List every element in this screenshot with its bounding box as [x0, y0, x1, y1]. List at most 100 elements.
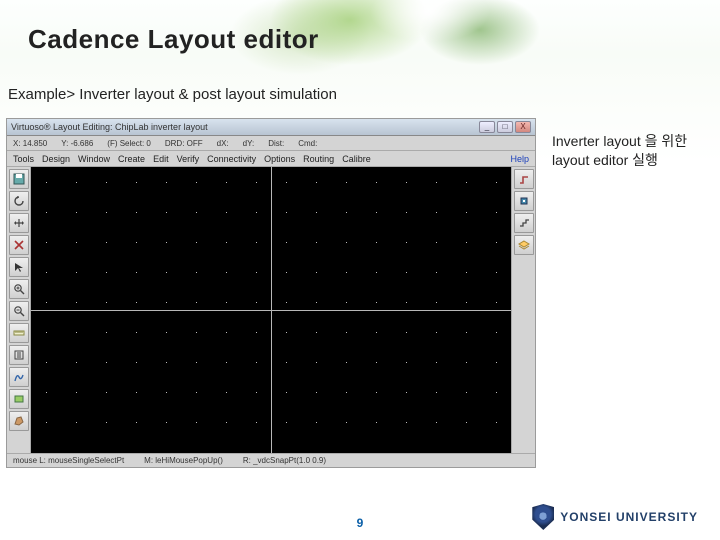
menu-design[interactable]: Design — [42, 154, 70, 164]
grid-dot — [286, 212, 287, 213]
window-titlebar[interactable]: Virtuoso® Layout Editing: ChipLab invert… — [7, 119, 535, 136]
status-y: Y: -6.686 — [61, 139, 93, 148]
grid-dot — [166, 362, 167, 363]
grid-dot — [436, 422, 437, 423]
grid-dot — [76, 332, 77, 333]
grid-dot — [106, 362, 107, 363]
slide-title: Cadence Layout editor — [28, 24, 319, 55]
grid-dot — [76, 242, 77, 243]
status-dy: dY: — [243, 139, 255, 148]
grid-dot — [196, 302, 197, 303]
grid-dot — [136, 422, 137, 423]
maximize-button[interactable]: □ — [497, 121, 513, 133]
grid-dot — [436, 332, 437, 333]
grid-dot — [136, 182, 137, 183]
grid-dot — [466, 182, 467, 183]
menu-window[interactable]: Window — [78, 154, 110, 164]
ruler-icon[interactable] — [9, 323, 29, 343]
grid-dot — [316, 272, 317, 273]
menu-calibre[interactable]: Calibre — [342, 154, 371, 164]
grid-dot — [106, 212, 107, 213]
grid-dot — [226, 212, 227, 213]
save-icon[interactable] — [9, 169, 29, 189]
menu-help[interactable]: Help — [510, 154, 529, 164]
grid-dot — [76, 422, 77, 423]
layout-editor-window: Virtuoso® Layout Editing: ChipLab invert… — [6, 118, 536, 468]
footer-mouse-right: R: _vdcSnapPt(1.0 0.9) — [243, 456, 326, 465]
grid-dot — [46, 212, 47, 213]
menu-connectivity[interactable]: Connectivity — [207, 154, 256, 164]
editor-footer: mouse L: mouseSingleSelectPt M: leHiMous… — [7, 453, 535, 467]
grid-dot — [166, 212, 167, 213]
minimize-button[interactable]: _ — [479, 121, 495, 133]
grid-dot — [436, 182, 437, 183]
footer-mouse-left: mouse L: mouseSingleSelectPt — [13, 456, 124, 465]
grid-dot — [136, 272, 137, 273]
grid-dot — [76, 182, 77, 183]
grid-dot — [466, 362, 467, 363]
menu-routing[interactable]: Routing — [303, 154, 334, 164]
grid-dot — [496, 332, 497, 333]
menu-verify[interactable]: Verify — [177, 154, 200, 164]
grid-dot — [256, 422, 257, 423]
close-button[interactable]: X — [515, 121, 531, 133]
grid-dot — [406, 212, 407, 213]
zoom-in-icon[interactable] — [9, 279, 29, 299]
wire-icon[interactable] — [514, 169, 534, 189]
grid-dot — [436, 212, 437, 213]
grid-dot — [166, 182, 167, 183]
grid-dot — [346, 332, 347, 333]
menu-options[interactable]: Options — [264, 154, 295, 164]
grid-dot — [166, 422, 167, 423]
grid-dot — [166, 272, 167, 273]
grid-dot — [316, 182, 317, 183]
grid-dot — [376, 242, 377, 243]
grid-dot — [46, 332, 47, 333]
delete-icon[interactable] — [9, 235, 29, 255]
stretch-icon[interactable] — [9, 213, 29, 233]
grid-dot — [196, 332, 197, 333]
grid-dot — [346, 242, 347, 243]
university-name: YONSEI UNIVERSITY — [560, 510, 698, 524]
menu-tools[interactable]: Tools — [13, 154, 34, 164]
via-icon[interactable] — [514, 191, 534, 211]
grid-dot — [376, 272, 377, 273]
layout-canvas[interactable] — [31, 167, 511, 453]
window-title-text: Virtuoso® Layout Editing: ChipLab invert… — [11, 122, 479, 132]
step-icon[interactable] — [514, 213, 534, 233]
grid-dot — [316, 242, 317, 243]
grid-dot — [106, 242, 107, 243]
grid-dot — [226, 302, 227, 303]
layer-icon[interactable] — [514, 235, 534, 255]
grid-dot — [136, 212, 137, 213]
grid-dot — [256, 182, 257, 183]
grid-dot — [196, 242, 197, 243]
status-x: X: 14.850 — [13, 139, 47, 148]
grid-dot — [46, 422, 47, 423]
menu-edit[interactable]: Edit — [153, 154, 169, 164]
grid-dot — [496, 362, 497, 363]
props-icon[interactable] — [9, 345, 29, 365]
status-dx: dX: — [217, 139, 229, 148]
select-icon[interactable] — [9, 257, 29, 277]
menu-create[interactable]: Create — [118, 154, 145, 164]
poly-icon[interactable] — [9, 411, 29, 431]
grid-dot — [316, 422, 317, 423]
grid-dot — [286, 362, 287, 363]
undo-icon[interactable] — [9, 191, 29, 211]
rect-icon[interactable] — [9, 389, 29, 409]
grid-dot — [106, 422, 107, 423]
status-dist: Dist: — [268, 139, 284, 148]
grid-dot — [496, 212, 497, 213]
grid-dot — [376, 212, 377, 213]
grid-dot — [76, 272, 77, 273]
grid-dot — [286, 182, 287, 183]
grid-dot — [406, 272, 407, 273]
path-icon[interactable] — [9, 367, 29, 387]
university-logo: YONSEI UNIVERSITY — [532, 504, 698, 530]
grid-dot — [496, 182, 497, 183]
grid-dot — [226, 242, 227, 243]
footer-mouse-mid: M: leHiMousePopUp() — [144, 456, 223, 465]
zoom-out-icon[interactable] — [9, 301, 29, 321]
grid-dot — [346, 392, 347, 393]
